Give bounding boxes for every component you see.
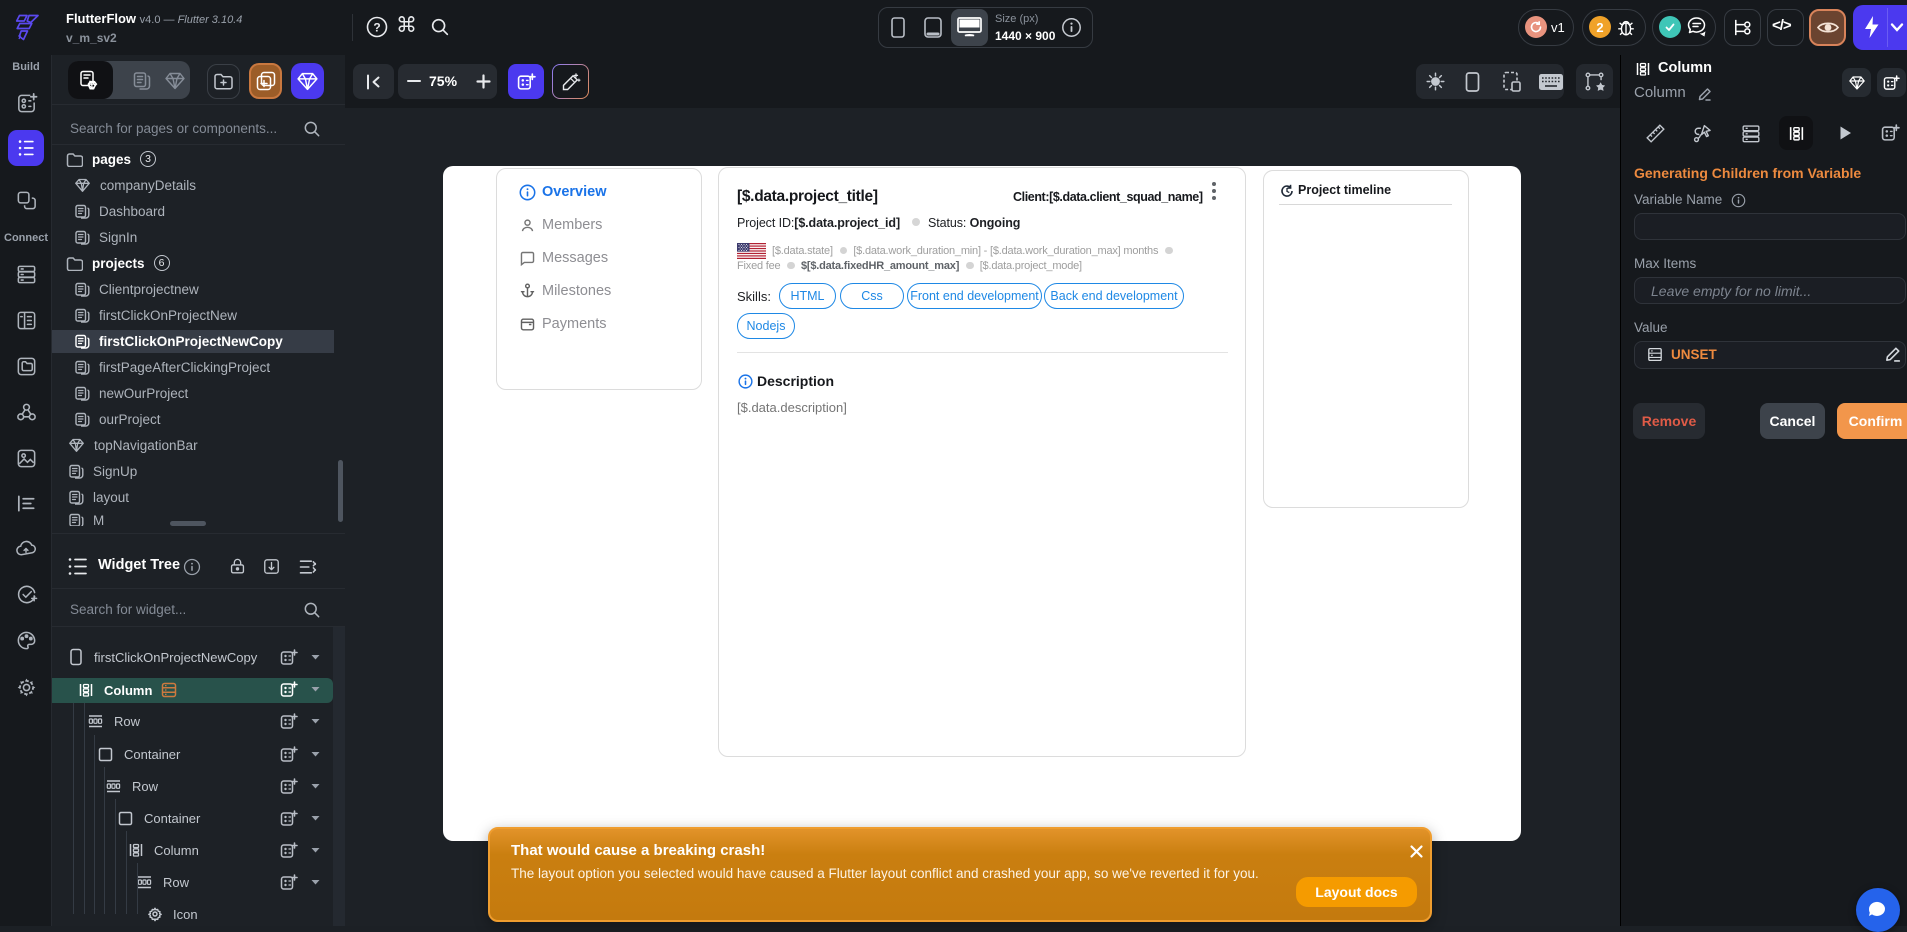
svg-text:?: ? [373, 21, 380, 35]
